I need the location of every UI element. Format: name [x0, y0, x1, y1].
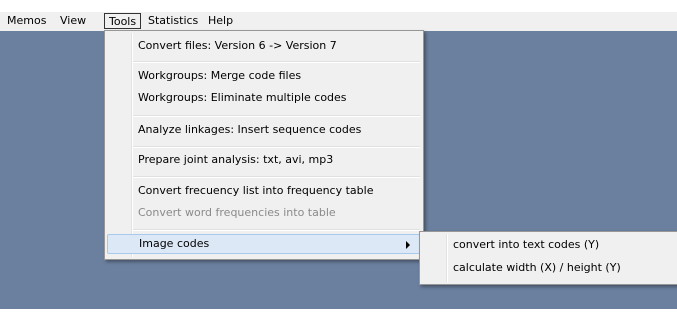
menu-view[interactable]: View: [56, 13, 90, 29]
menu-separator: [133, 229, 420, 231]
window-top-strip: [0, 0, 677, 12]
submenu-arrow-icon: [406, 241, 410, 249]
menu-separator: [133, 176, 420, 178]
tools-dropdown-menu: Convert files: Version 6 -> Version 7 Wo…: [104, 30, 424, 260]
menu-item-analyze-linkages[interactable]: Analyze linkages: Insert sequence codes: [107, 120, 421, 140]
submenu-item-convert-text-codes[interactable]: convert into text codes (Y): [422, 235, 675, 255]
menu-statistics[interactable]: Statistics: [144, 13, 202, 29]
menu-item-prepare-joint-analysis[interactable]: Prepare joint analysis: txt, avi, mp3: [107, 150, 421, 170]
window-bottom-strip: [0, 309, 677, 314]
menu-separator: [133, 115, 420, 117]
menu-item-convert-word-frequencies: Convert word frequencies into table: [138, 206, 336, 219]
menu-memos[interactable]: Memos: [3, 13, 50, 29]
menu-item-workgroups-merge[interactable]: Workgroups: Merge code files: [107, 66, 421, 86]
menu-help[interactable]: Help: [204, 13, 237, 29]
menu-tools[interactable]: Tools: [104, 13, 142, 29]
menu-item-image-codes[interactable]: Image codes: [107, 234, 421, 254]
menu-item-convert-frequency-list[interactable]: Convert frecuency list into frequency ta…: [107, 181, 421, 201]
menu-item-image-codes-label: Image codes: [139, 237, 210, 250]
menu-separator: [133, 61, 420, 63]
menu-item-convert-files[interactable]: Convert files: Version 6 -> Version 7: [107, 36, 421, 56]
image-codes-submenu: convert into text codes (Y) calculate wi…: [419, 231, 677, 285]
submenu-item-calculate-width-height[interactable]: calculate width (X) / height (Y): [422, 258, 675, 278]
menu-item-workgroups-eliminate[interactable]: Workgroups: Eliminate multiple codes: [107, 88, 421, 108]
menu-bar: Memos View Tools Statistics Help: [0, 12, 677, 32]
menu-separator: [133, 146, 420, 148]
